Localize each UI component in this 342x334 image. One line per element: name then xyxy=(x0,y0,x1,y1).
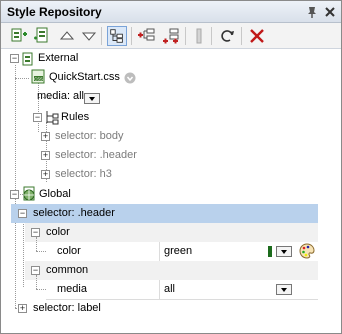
expander-color-group[interactable]: − xyxy=(31,228,40,237)
stylesheet-info-icon[interactable] xyxy=(124,72,136,84)
tree-line xyxy=(15,65,16,308)
pin-icon[interactable] xyxy=(305,5,319,19)
media-dropdown[interactable] xyxy=(84,93,100,104)
property-name-media: media xyxy=(57,283,87,295)
toolbar-separator xyxy=(241,27,242,45)
media-value[interactable]: all xyxy=(73,87,84,106)
property-value-media[interactable]: all xyxy=(164,280,175,299)
add-global-icon[interactable] xyxy=(33,26,53,46)
add-selector-after-icon[interactable] xyxy=(161,26,181,46)
grid-divider xyxy=(159,242,160,261)
add-selector-icon[interactable] xyxy=(137,26,157,46)
toolbar-separator xyxy=(101,27,102,45)
media-prop-dropdown[interactable] xyxy=(276,284,292,295)
panel-title: Style Repository xyxy=(7,5,102,19)
disabled-icon[interactable] xyxy=(189,26,209,46)
color-swatch xyxy=(268,246,272,257)
toggle-view-icon[interactable] xyxy=(107,26,127,46)
toolbar-separator xyxy=(131,27,132,45)
tree-line xyxy=(36,275,37,289)
tree-item-selector-body[interactable]: selector: body xyxy=(55,127,123,146)
group-common[interactable]: common xyxy=(46,261,88,280)
expander-selector-header[interactable]: + xyxy=(41,151,50,160)
rules-icon xyxy=(46,111,59,125)
global-icon xyxy=(23,186,35,201)
expander-selector-body[interactable]: + xyxy=(41,132,50,141)
style-repository-panel: Style Repository − External CSS QuickSta… xyxy=(0,0,342,334)
toolbar-separator xyxy=(211,27,212,45)
move-down-icon[interactable] xyxy=(79,26,99,46)
expander-selector-label[interactable]: + xyxy=(18,304,27,313)
group-color[interactable]: color xyxy=(46,223,70,242)
move-up-icon[interactable] xyxy=(57,26,77,46)
expander-rules[interactable]: − xyxy=(33,113,42,122)
expander-external[interactable]: − xyxy=(10,54,19,63)
tree-line xyxy=(23,217,24,287)
toolbar xyxy=(1,23,341,49)
toolbar-separator xyxy=(185,27,186,45)
close-icon[interactable] xyxy=(323,5,337,19)
media-label: media: xyxy=(37,90,71,102)
delete-icon[interactable] xyxy=(247,26,267,46)
css-file-icon: CSS xyxy=(31,69,45,84)
property-value-color[interactable]: green xyxy=(164,242,192,261)
tree-line xyxy=(36,251,46,252)
svg-text:CSS: CSS xyxy=(34,76,43,81)
tree-item-global-selector-header[interactable]: selector: .header xyxy=(33,204,115,223)
color-palette-icon[interactable] xyxy=(299,243,315,259)
expander-global-selector-header[interactable]: − xyxy=(18,209,27,218)
tree-item-selector-header[interactable]: selector: .header xyxy=(55,146,137,165)
tree-line xyxy=(36,237,37,251)
tree-line xyxy=(36,289,46,290)
tree-item-external[interactable]: External xyxy=(38,49,78,68)
reload-icon[interactable] xyxy=(217,26,237,46)
tree-item-global[interactable]: Global xyxy=(39,185,71,204)
expander-global[interactable]: − xyxy=(10,190,19,199)
tree-item-selector-label[interactable]: selector: label xyxy=(33,299,101,318)
grid-divider xyxy=(159,280,160,299)
add-stylesheet-icon[interactable] xyxy=(9,26,29,46)
property-name-color: color xyxy=(57,245,81,257)
expander-selector-h3[interactable]: + xyxy=(41,170,50,179)
tree-item-selector-h3[interactable]: selector: h3 xyxy=(55,165,112,184)
expander-common-group[interactable]: − xyxy=(31,266,40,275)
external-stylesheet-icon xyxy=(22,52,33,66)
tree-line xyxy=(15,78,29,79)
title-bar: Style Repository xyxy=(1,1,341,23)
style-tree: − External CSS QuickStart.css media: all… xyxy=(1,49,341,333)
color-dropdown[interactable] xyxy=(276,246,292,257)
tree-item-stylesheet[interactable]: QuickStart.css xyxy=(49,68,120,87)
tree-item-rules[interactable]: Rules xyxy=(61,108,89,127)
